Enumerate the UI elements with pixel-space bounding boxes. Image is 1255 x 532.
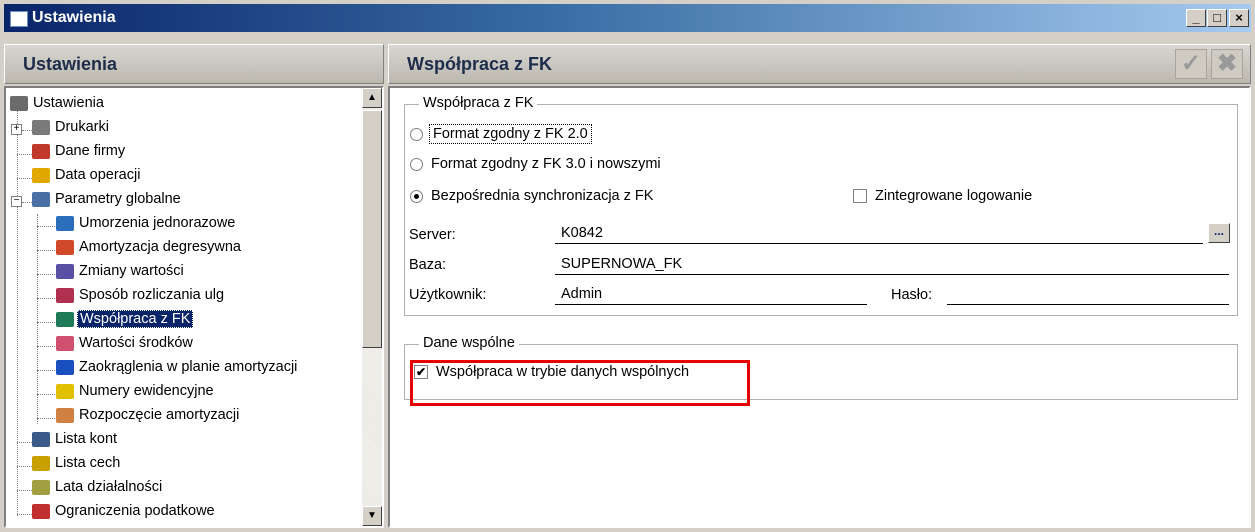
right-panel-title: Współpraca z FK [407, 54, 553, 74]
tree-item-wspolpraca-fk[interactable]: Współpraca z FK [56, 308, 194, 330]
database-input[interactable] [555, 253, 1229, 275]
numbers-icon [56, 383, 74, 399]
tree-item-wartosci-srodkow[interactable]: Wartości środków [56, 332, 195, 354]
printer-icon [32, 119, 50, 135]
tree-item-ustawienia[interactable]: Ustawienia [10, 92, 106, 114]
tree-item-umorzenia[interactable]: Umorzenia jednorazowe [56, 212, 237, 234]
tree-connector [17, 110, 18, 516]
calendar-icon [56, 263, 74, 279]
title-bar[interactable]: Ustawienia _ □ × [4, 4, 1251, 32]
password-input[interactable] [947, 283, 1229, 305]
keyboard-icon [10, 95, 28, 111]
scroll-down-button[interactable]: ▼ [362, 506, 382, 526]
tag-icon [32, 455, 50, 471]
scroll-thumb[interactable] [362, 110, 382, 348]
radio-circle[interactable] [410, 127, 423, 141]
left-panel-title: Ustawienia [23, 54, 118, 74]
radio-circle-selected[interactable] [410, 189, 423, 203]
password-label: Hasło: [891, 287, 933, 303]
radio-format-fk2[interactable]: Format zgodny z FK 2.0 [410, 123, 592, 145]
collapse-global-params-button[interactable]: − [11, 196, 22, 207]
tree-connector [37, 346, 57, 347]
tree-item-parametry-globalne[interactable]: Parametry globalne [32, 188, 183, 210]
tree-item-lista-kont[interactable]: Lista kont [32, 428, 119, 450]
money-icon [56, 335, 74, 351]
tree-item-lata-dzialalnosci[interactable]: Lata działalności [32, 476, 164, 498]
settings-content: Współpraca z FK Format zgodny z FK 2.0 F… [388, 86, 1251, 528]
tax-icon [32, 503, 50, 519]
tree-connector [37, 226, 57, 227]
expand-printers-button[interactable]: + [11, 124, 22, 135]
years-icon [32, 479, 50, 495]
browse-server-button[interactable]: ... [1208, 223, 1230, 243]
tree-connector [37, 418, 57, 419]
tree-item-rozpoczecie-amortyzacji[interactable]: Rozpoczęcie amortyzacji [56, 404, 241, 426]
integrated-login-checkbox[interactable]: Zintegrowane logowanie [853, 185, 1032, 207]
tree-connector [37, 370, 57, 371]
settings-tree[interactable]: + − Ustawienia Drukarki Dane firmy Data … [4, 86, 384, 528]
tree-connector [37, 250, 57, 251]
maximize-button[interactable]: □ [1207, 9, 1227, 27]
app-icon [10, 11, 28, 27]
scroll-up-button[interactable]: ▲ [362, 88, 382, 108]
tree-item-zaokraglenia[interactable]: Zaokrąglenia w planie amortyzacji [56, 356, 299, 378]
tree-connector [37, 214, 38, 424]
parameters-icon [32, 191, 50, 207]
window-title: Ustawienia [32, 9, 116, 26]
minimize-button[interactable]: _ [1186, 9, 1206, 27]
tree-connector [37, 274, 57, 275]
gift-icon [56, 287, 74, 303]
tree-connector [37, 394, 57, 395]
chart-icon [56, 215, 74, 231]
list-icon [32, 431, 50, 447]
tree-item-data-operacji[interactable]: Data operacji [32, 164, 142, 186]
fk-group: Współpraca z FK Format zgodny z FK 2.0 F… [404, 95, 1238, 316]
tree-connector [37, 298, 57, 299]
user-input[interactable] [555, 283, 867, 305]
people-icon [56, 239, 74, 255]
rounding-icon [56, 359, 74, 375]
fk-icon [56, 311, 74, 327]
red-highlight-box [410, 360, 750, 406]
server-input[interactable] [555, 222, 1203, 244]
close-button[interactable]: × [1229, 9, 1249, 27]
tree-scrollbar[interactable]: ▲ ▼ [362, 88, 382, 526]
tree-item-numery-ewidencyjne[interactable]: Numery ewidencyjne [56, 380, 216, 402]
settings-window: Ustawienia _ □ × Ustawienia + − Ustawien… [0, 0, 1255, 532]
radio-circle[interactable] [410, 157, 423, 171]
fk-group-title: Współpraca z FK [419, 95, 538, 111]
clock-icon [32, 167, 50, 183]
cancel-button[interactable]: ✖ [1211, 49, 1243, 79]
user-label: Użytkownik: [409, 287, 487, 303]
shared-group-title: Dane wspólne [419, 335, 519, 351]
radio-format-fk3[interactable]: Format zgodny z FK 3.0 i nowszymi [410, 153, 661, 175]
tree-item-amortyzacja-degresywna[interactable]: Amortyzacja degresywna [56, 236, 243, 258]
radio-direct-sync[interactable]: Bezpośrednia synchronizacja z FK [410, 185, 653, 207]
checkbox-box[interactable] [853, 189, 867, 204]
confirm-button[interactable]: ✓ [1175, 49, 1207, 79]
database-label: Baza: [409, 257, 447, 273]
tree-item-lista-cech[interactable]: Lista cech [32, 452, 122, 474]
start-chart-icon [56, 407, 74, 423]
tree-item-ograniczenia-podatkowe[interactable]: Ograniczenia podatkowe [32, 500, 217, 522]
company-icon [32, 143, 50, 159]
tree-connector [37, 322, 57, 323]
right-panel-header: Współpraca z FK ✓ ✖ [388, 44, 1251, 84]
tree-item-dane-firmy[interactable]: Dane firmy [32, 140, 127, 162]
tree-item-sposob-rozliczania[interactable]: Sposób rozliczania ulg [56, 284, 226, 306]
tree-item-zmiany-wartosci[interactable]: Zmiany wartości [56, 260, 186, 282]
tree-item-drukarki[interactable]: Drukarki [32, 116, 111, 138]
left-panel-header: Ustawienia [4, 44, 384, 84]
server-label: Server: [409, 227, 456, 243]
